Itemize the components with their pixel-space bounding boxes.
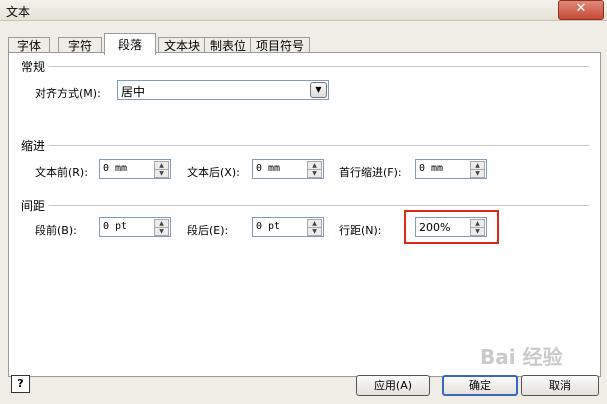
spin-down-icon[interactable]: ▼ xyxy=(470,169,485,178)
baidu-watermark: Bai 经验 xyxy=(480,345,563,369)
line-spacing-label: 行距(N): xyxy=(339,224,382,237)
spin-down-icon[interactable]: ▼ xyxy=(154,169,169,178)
apply-button[interactable]: 应用(A) xyxy=(356,375,430,396)
paragraph-panel: 常规 对齐方式(M): 居中 ▼ 缩进 文本前(R): 0 mm ▲ ▼ 文本后… xyxy=(8,52,601,377)
indent-group-title: 缩进 xyxy=(21,139,46,153)
indent-divider xyxy=(49,145,589,146)
indent-after-spinner[interactable]: 0 mm ▲ ▼ xyxy=(252,159,324,179)
spacing-divider xyxy=(49,205,589,206)
space-before-label: 段前(B): xyxy=(35,224,77,237)
ok-button[interactable]: 确定 xyxy=(442,375,518,396)
tab-paragraph[interactable]: 段落 xyxy=(104,33,156,55)
dialog-client: 字体 字符 段落 文本块 制表位 项目符号 常规 对齐方式(M): 居中 ▼ 缩… xyxy=(0,21,607,404)
spin-down-icon[interactable]: ▼ xyxy=(154,227,169,236)
spin-down-icon[interactable]: ▼ xyxy=(307,169,322,178)
help-icon[interactable]: ? xyxy=(11,375,30,393)
indent-before-label: 文本前(R): xyxy=(35,166,88,179)
space-before-value: 0 pt xyxy=(103,221,128,232)
general-group-title: 常规 xyxy=(21,60,46,74)
first-line-indent-value: 0 mm xyxy=(419,163,444,174)
alignment-select[interactable]: 居中 ▼ xyxy=(117,80,329,100)
title-bar: 文本 ✕ xyxy=(0,0,607,21)
space-before-spinner[interactable]: 0 pt ▲ ▼ xyxy=(99,217,171,237)
first-line-indent-spinner[interactable]: 0 mm ▲ ▼ xyxy=(415,159,487,179)
alignment-value: 居中 xyxy=(121,85,146,99)
general-divider xyxy=(49,66,589,67)
line-spacing-highlight-box xyxy=(404,210,499,244)
window-title: 文本 xyxy=(6,5,31,19)
space-after-value: 0 pt xyxy=(256,221,281,232)
chevron-down-icon[interactable]: ▼ xyxy=(310,82,327,98)
first-line-indent-label: 首行缩进(F): xyxy=(339,166,402,179)
indent-after-label: 文本后(X): xyxy=(187,166,240,179)
spacing-group-title: 间距 xyxy=(21,199,46,213)
indent-before-value: 0 mm xyxy=(103,163,128,174)
space-after-spinner[interactable]: 0 pt ▲ ▼ xyxy=(252,217,324,237)
space-after-label: 段后(E): xyxy=(187,224,229,237)
spin-down-icon[interactable]: ▼ xyxy=(307,227,322,236)
cancel-button[interactable]: 取消 xyxy=(521,375,599,396)
indent-after-value: 0 mm xyxy=(256,163,281,174)
indent-before-spinner[interactable]: 0 mm ▲ ▼ xyxy=(99,159,171,179)
close-button[interactable]: ✕ xyxy=(558,0,604,20)
alignment-label: 对齐方式(M): xyxy=(35,87,101,100)
